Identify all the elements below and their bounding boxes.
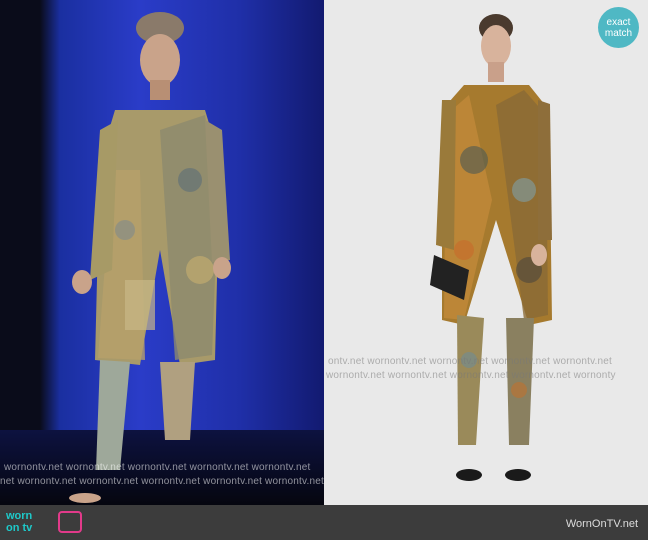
wornontv-logo[interactable]: worn on tv [6,508,86,538]
watermark-row: wornontv.net wornontv.net wornontv.net w… [4,462,311,473]
logo-line-2: on tv [6,522,33,534]
exact-match-badge[interactable]: exact match [598,7,639,48]
woman-on-stage-figure [69,12,231,503]
watermark-row: net wornontv.net wornontv.net wornontv.n… [0,476,324,487]
tv-icon [58,511,82,533]
product-photo [324,0,648,505]
badge-line-1: exact [606,16,631,28]
model-figure [430,14,552,481]
logo-line-1: worn [6,510,33,522]
watermark-row: wornontv.net wornontv.net wornontv.net w… [326,370,616,381]
logo-text: worn on tv [6,510,32,534]
footer-bar [0,505,648,540]
site-url[interactable]: WornOnTV.net [566,518,638,530]
watermark-row: ontv.net wornontv.net wornontv.net worno… [328,356,613,367]
badge-line-2: match [604,27,633,39]
stage-photo [0,0,324,505]
